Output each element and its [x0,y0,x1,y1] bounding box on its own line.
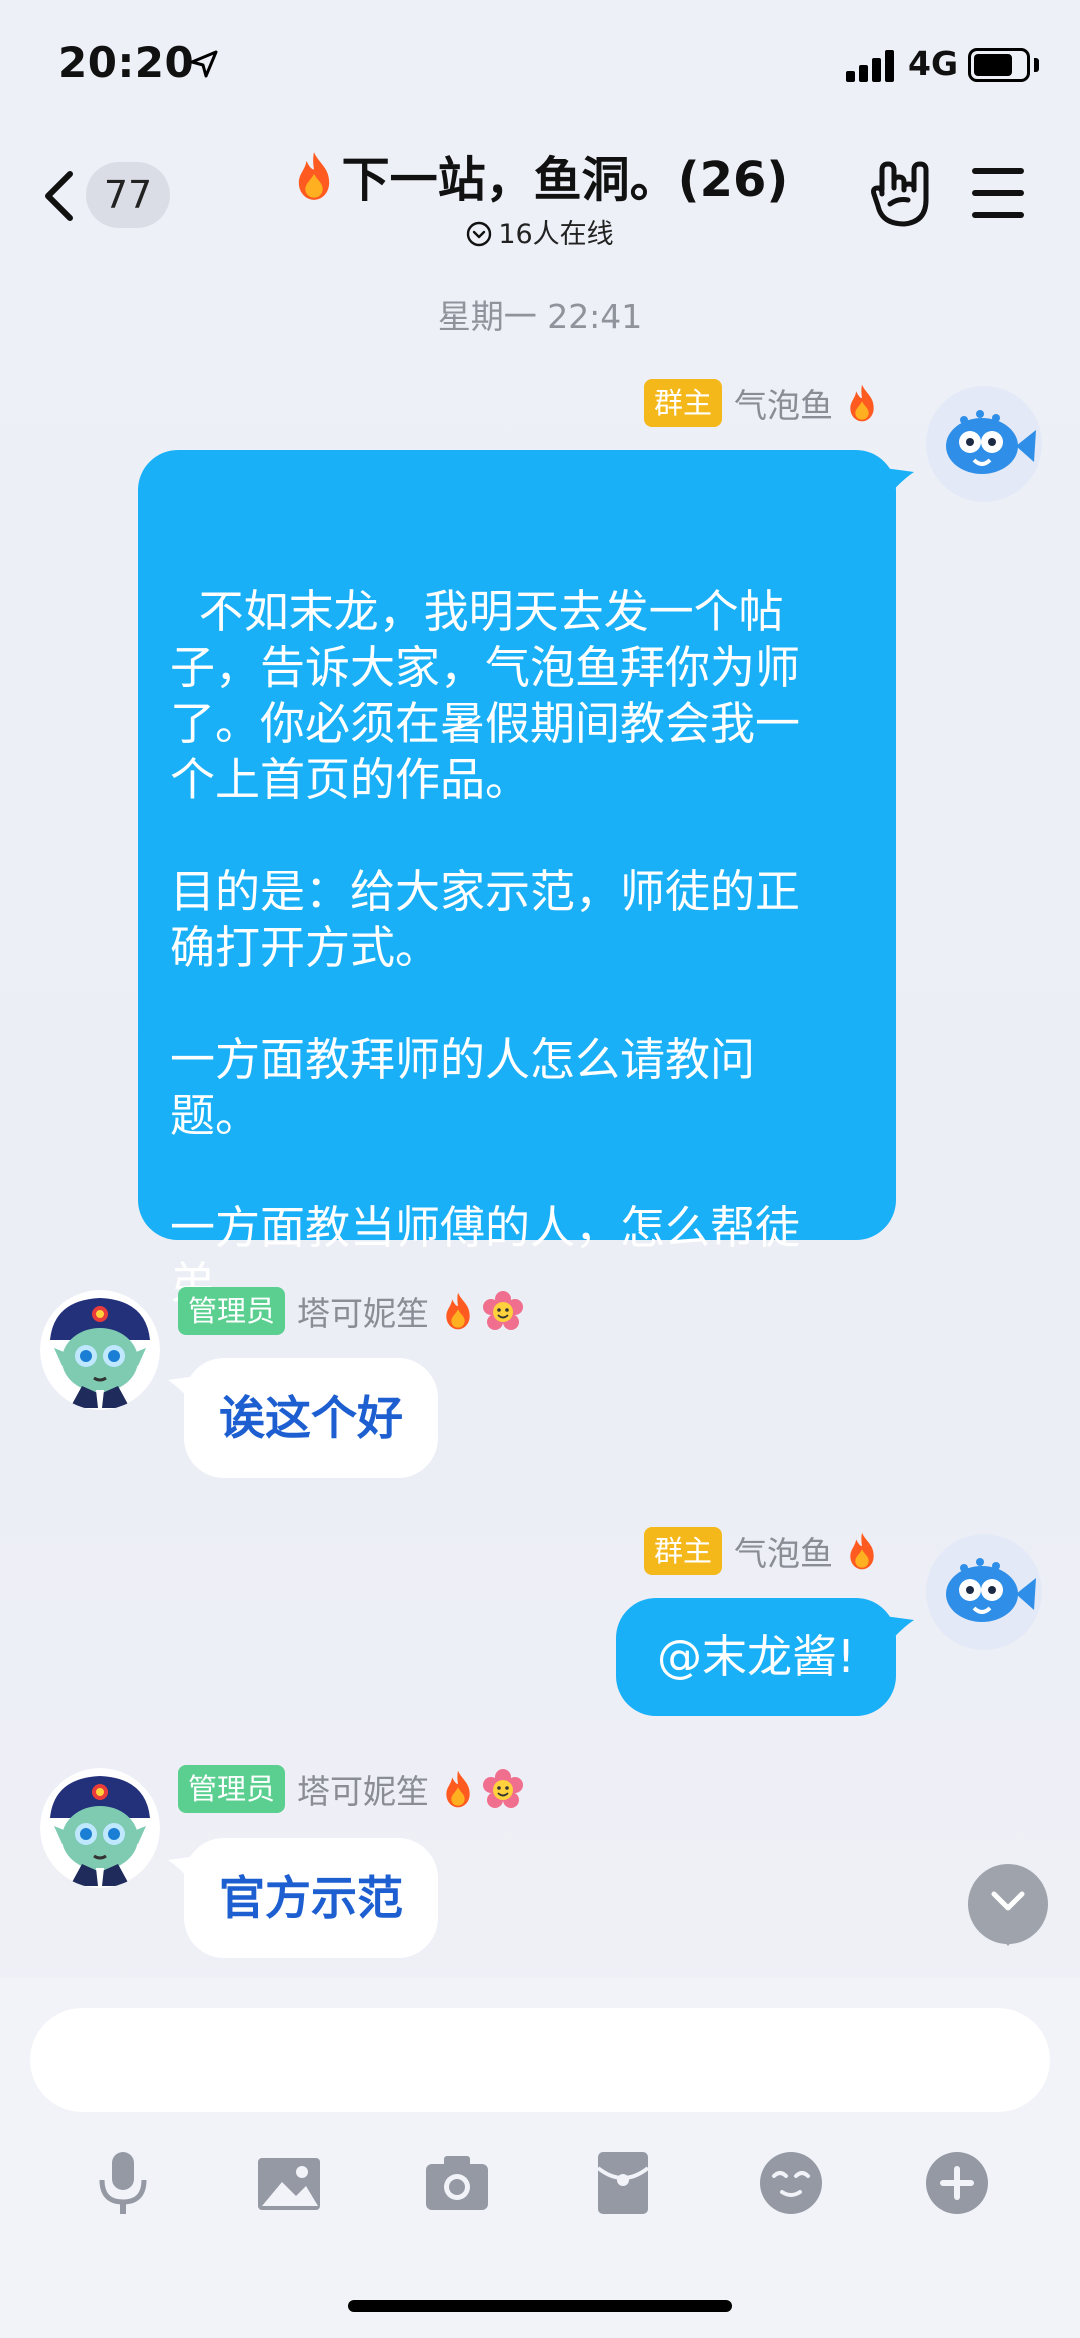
sender-row: 群主 气泡鱼 [644,378,879,428]
plus-icon[interactable] [922,2148,992,2218]
status-bar: 20:20 4G [0,0,1080,130]
message-text: 官方示范 [219,1871,403,1925]
bubble-tail [168,1856,196,1882]
girl-avatar-icon [40,1290,160,1410]
nav-bar: 77 下一站，鱼洞。(26) 16人在线 [0,130,1080,260]
message-bubble[interactable]: @末龙酱! [616,1598,896,1716]
back-chevron-icon [45,171,73,221]
message-bubble[interactable]: 不如末龙，我明天去发一个帖 子，告诉大家，气泡鱼拜你为师 了。你必须在暑假期间教… [138,450,896,1310]
unread-count-badge: 77 [86,162,170,228]
message-text: @末龙酱! [656,1630,856,1683]
group-title-row: 下一站，鱼洞。(26) [250,140,830,210]
message-timestamp: 星期一 22:41 [437,297,643,336]
sender-row: 管理员 塔可妮笙 [178,1764,523,1814]
mic-icon[interactable] [88,2148,158,2218]
title-block[interactable]: 下一站，鱼洞。(26) 16人在线 [250,140,830,251]
home-indicator[interactable] [348,2300,732,2312]
fire-icon [441,1291,475,1331]
bubble-tail [884,1616,914,1644]
message-text: 诶这个好 [219,1391,403,1445]
sender-name[interactable]: 塔可妮笙 [297,1287,429,1335]
role-badge-admin: 管理员 [178,1765,286,1813]
sender-row: 管理员 塔可妮笙 [178,1286,523,1336]
red-packet-icon[interactable] [588,2148,658,2218]
battery-icon [968,48,1030,82]
online-status-row: 16人在线 [250,212,830,251]
fire-icon [292,150,336,202]
flower-icon [483,1769,523,1809]
input-area [0,1978,1080,2338]
role-badge-admin: 管理员 [178,1287,286,1335]
chevron-down-icon [991,1891,1025,1911]
role-badge-owner: 群主 [644,1527,723,1575]
fire-icon [441,1769,475,1809]
avatar[interactable] [924,384,1044,504]
chevron-circle-icon [467,221,492,247]
sender-row: 群主 气泡鱼 [644,1526,879,1576]
message-bubble[interactable]: 官方示范 [184,1838,438,1958]
avatar[interactable] [40,1290,160,1410]
rock-hand-icon[interactable] [868,160,932,228]
emoji-icon[interactable] [756,2148,826,2218]
role-badge-owner: 群主 [644,379,723,427]
signal-icon [846,50,898,82]
fish-avatar-icon [924,1532,1044,1652]
message-text: 不如末龙，我明天去发一个帖 子，告诉大家，气泡鱼拜你为师 了。你必须在暑假期间教… [170,585,801,1310]
battery-level [974,54,1012,76]
image-icon[interactable] [254,2148,324,2218]
battery-tip [1034,58,1039,72]
flower-icon [483,1291,523,1331]
bubble-pointer [996,1932,1020,1946]
message-input[interactable] [30,2008,1050,2112]
online-status: 16人在线 [498,219,614,250]
group-title: 下一站，鱼洞。(26) [341,152,789,208]
avatar[interactable] [924,1532,1044,1652]
back-button[interactable]: 77 [40,156,170,236]
network-label: 4G [908,44,959,83]
message-bubble[interactable]: 诶这个好 [184,1358,438,1478]
bubble-tail [884,468,914,496]
sender-name[interactable]: 塔可妮笙 [297,1765,429,1813]
scroll-to-bottom-button[interactable] [968,1864,1048,1946]
status-time: 20:20 [58,38,195,87]
fish-avatar-icon [924,384,1044,504]
camera-icon[interactable] [422,2148,492,2218]
fire-icon [845,383,879,423]
bubble-tail [168,1376,196,1402]
fire-icon [845,1531,879,1571]
girl-avatar-icon [40,1768,160,1888]
sender-name[interactable]: 气泡鱼 [734,1527,833,1575]
sender-name[interactable]: 气泡鱼 [734,379,833,427]
menu-button[interactable] [972,168,1024,218]
location-arrow-icon [190,50,218,78]
avatar[interactable] [40,1768,160,1888]
